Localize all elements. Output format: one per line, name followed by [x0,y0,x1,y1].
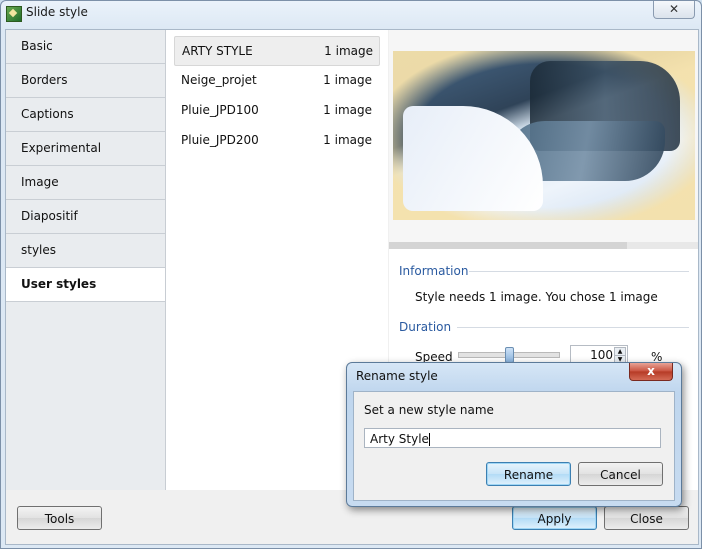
style-image-count: 1 image [323,103,372,117]
sidebar-item-captions[interactable]: Captions [6,98,165,132]
app-icon [6,6,22,22]
sidebar-item-styles[interactable]: styles [6,234,165,268]
dialog-body: Set a new style name Arty Style Rename C… [353,391,675,501]
speed-stepper[interactable]: 100 ▲ ▼ [570,345,628,364]
sidebar-item-user-styles[interactable]: User styles [6,268,165,302]
sidebar: Basic Borders Captions Experimental Imag… [6,30,166,490]
style-name-input[interactable]: Arty Style [364,428,661,448]
style-image-count: 1 image [323,133,372,147]
information-text: Style needs 1 image. You chose 1 image [415,290,658,304]
dialog-close-button[interactable]: x [629,363,673,381]
information-section: Information [399,264,689,278]
information-heading: Information [399,264,469,278]
cancel-button[interactable]: Cancel [578,462,663,486]
sidebar-item-diapositif[interactable]: Diapositif [6,200,165,234]
list-item[interactable]: Pluie_JPD200 1 image [174,126,378,154]
sidebar-item-experimental[interactable]: Experimental [6,132,165,166]
speed-value: 100 [590,348,613,362]
close-button[interactable]: Close [604,506,689,530]
speed-slider[interactable] [458,347,560,363]
style-name: ARTY STYLE [182,44,253,58]
rename-button[interactable]: Rename [486,462,571,486]
list-item[interactable]: ARTY STYLE 1 image [174,36,380,66]
apply-button[interactable]: Apply [512,506,597,530]
progress-fill [389,242,627,249]
style-name: Pluie_JPD200 [181,133,259,147]
dialog-title: Rename style [356,369,438,383]
window-title: Slide style [26,5,88,19]
close-window-button[interactable]: ✕ [653,1,695,19]
rename-style-dialog: Rename style x Set a new style name Arty… [346,362,682,507]
slider-thumb[interactable] [505,347,514,363]
list-item[interactable]: Neige_projet 1 image [174,66,378,94]
title-bar: Slide style ✕ [1,1,701,25]
new-style-name-label: Set a new style name [364,403,494,417]
style-name: Neige_projet [181,73,257,87]
duration-section: Duration [399,320,689,334]
preview-image [393,51,695,220]
text-caret [428,433,430,446]
sidebar-item-borders[interactable]: Borders [6,64,165,98]
tools-button[interactable]: Tools [17,506,102,530]
style-name-value: Arty Style [370,432,429,446]
style-image-count: 1 image [323,73,372,87]
duration-heading: Duration [399,320,452,334]
preview-progress-bar[interactable] [389,242,698,249]
style-name: Pluie_JPD100 [181,103,259,117]
sidebar-item-image[interactable]: Image [6,166,165,200]
list-item[interactable]: Pluie_JPD100 1 image [174,96,378,124]
sidebar-item-basic[interactable]: Basic [6,30,165,64]
style-image-count: 1 image [324,44,373,58]
preview-area [389,30,698,243]
